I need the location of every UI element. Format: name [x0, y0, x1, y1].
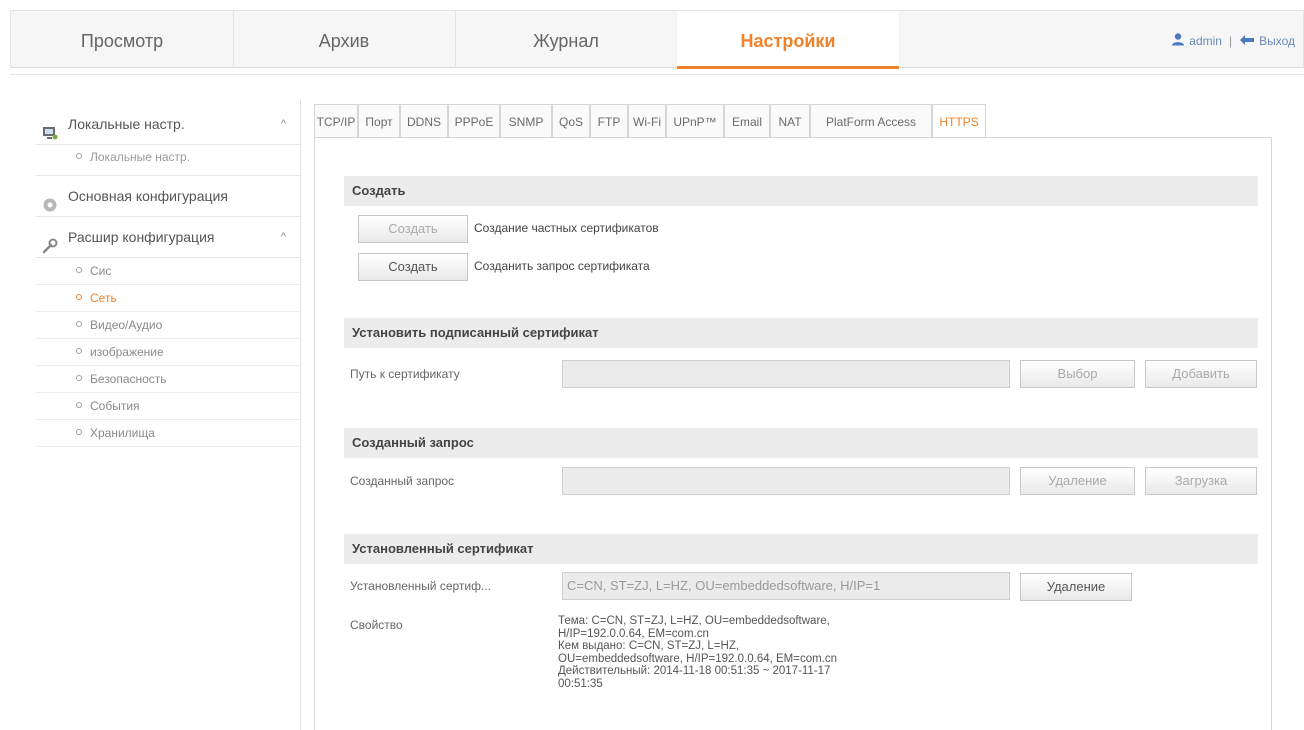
tab-ddns[interactable]: DDNS	[400, 104, 448, 138]
tab-port[interactable]: Порт	[358, 104, 400, 138]
logout-link[interactable]: Выход	[1259, 34, 1295, 48]
user-box: admin | Выход	[1171, 11, 1295, 68]
installed-cert-label: Установленный сертиф...	[350, 579, 492, 593]
tab-https[interactable]: HTTPS	[932, 104, 986, 139]
bullet-icon	[76, 294, 82, 300]
cert-property-line: 00:51:35	[558, 677, 603, 690]
tab-nat[interactable]: NAT	[770, 104, 810, 138]
gear-icon	[42, 188, 58, 212]
create-cert-request-button[interactable]: Создать	[358, 253, 468, 281]
section-created-request-title: Созданный запрос	[344, 428, 1258, 458]
tab-platform-access[interactable]: PlatForm Access	[810, 104, 932, 138]
sidebar-group-local[interactable]: Локальные настр. ^	[36, 104, 300, 145]
tab-pppoe[interactable]: PPPoE	[448, 104, 500, 138]
top-nav: Просмотр Архив Журнал Настройки admin | В…	[10, 10, 1304, 69]
sidebar-item-local-config[interactable]: Локальные настр.	[36, 145, 300, 169]
tab-wifi[interactable]: Wi-Fi	[628, 104, 666, 138]
sidebar-item-label: Безопасность	[90, 372, 167, 386]
divider	[10, 74, 1304, 75]
sidebar-item-label: Хранилища	[90, 426, 155, 440]
sidebar-item-label: Сеть	[90, 291, 117, 305]
bullet-icon	[76, 267, 82, 273]
cert-property-line: H/IP=192.0.0.64, EM=com.cn	[558, 627, 709, 640]
tab-ftp[interactable]: FTP	[590, 104, 628, 138]
cert-property-line: Действительный: 2014-11-18 00:51:35 ~ 20…	[558, 665, 831, 677]
browse-button[interactable]: Выбор	[1020, 360, 1135, 388]
section-create-title: Создать	[344, 176, 1258, 206]
nav-tab-playback[interactable]: Архив	[233, 11, 456, 68]
property-label: Свойство	[350, 618, 403, 632]
bullet-icon	[76, 429, 82, 435]
sidebar-item-label: Видео/Аудио	[90, 318, 163, 332]
chevron-up-icon[interactable]: ^	[281, 217, 286, 257]
sidebar-item-security[interactable]: Безопасность	[36, 366, 300, 393]
sidebar: Локальные настр. ^ Локальные настр. Осно…	[36, 104, 300, 447]
sidebar-item-events[interactable]: События	[36, 393, 300, 420]
sidebar-item-system[interactable]: Сис	[36, 258, 300, 285]
chevron-up-icon[interactable]: ^	[281, 104, 286, 144]
username: admin	[1189, 34, 1222, 48]
install-button[interactable]: Добавить	[1145, 360, 1257, 388]
bullet-icon	[76, 348, 82, 354]
separator: |	[1228, 34, 1233, 48]
nav-tab-configuration[interactable]: Настройки	[677, 11, 899, 69]
tab-tcpip[interactable]: TCP/IP	[314, 104, 358, 138]
cert-property-line: Кем выдано: C=CN, ST=ZJ, L=HZ,	[558, 640, 740, 652]
cert-property-line: Тема: C=CN, ST=ZJ, L=HZ, OU=embeddedsoft…	[558, 615, 830, 627]
user-icon	[1171, 12, 1185, 72]
divider	[300, 100, 301, 730]
bullet-icon	[76, 153, 82, 159]
wrench-icon	[42, 229, 58, 254]
delete-cert-button[interactable]: Удаление	[1020, 573, 1132, 601]
sidebar-group-label: Основная конфигурация	[68, 188, 228, 204]
create-private-cert-desc: Создание частных сертификатов	[474, 221, 659, 235]
sidebar-item-label: изображение	[90, 345, 164, 359]
created-request-label: Созданный запрос	[350, 474, 455, 488]
sidebar-item-network[interactable]: Сеть	[36, 285, 300, 312]
sidebar-group-label: Расшир конфигурация	[68, 229, 215, 245]
sidebar-group-label: Локальные настр.	[68, 116, 185, 132]
nav-tab-live-view[interactable]: Просмотр	[11, 11, 234, 68]
bullet-icon	[76, 402, 82, 408]
divider	[36, 169, 300, 176]
create-cert-request-desc: Созданить запрос сертификата	[474, 259, 650, 273]
download-request-button[interactable]: Загрузка	[1145, 467, 1257, 495]
sidebar-item-label: Сис	[90, 264, 112, 278]
cert-properties: Тема: C=CN, ST=ZJ, L=HZ, OU=embeddedsoft…	[558, 615, 837, 690]
bullet-icon	[76, 375, 82, 381]
bullet-icon	[76, 321, 82, 327]
cert-path-field[interactable]	[562, 360, 1010, 388]
sidebar-item-label: События	[90, 399, 140, 413]
created-request-field[interactable]	[562, 467, 1010, 495]
sidebar-group-basic[interactable]: Основная конфигурация	[36, 176, 300, 217]
tab-email[interactable]: Email	[724, 104, 770, 138]
section-install-signed-title: Установить подписанный сертификат	[344, 318, 1258, 348]
nav-tab-log[interactable]: Журнал	[455, 11, 677, 68]
create-private-cert-button[interactable]: Создать	[358, 215, 468, 243]
monitor-icon	[42, 116, 58, 140]
sidebar-item-video-audio[interactable]: Видео/Аудио	[36, 312, 300, 339]
sidebar-item-image[interactable]: изображение	[36, 339, 300, 366]
sidebar-item-storage[interactable]: Хранилища	[36, 420, 300, 447]
tab-upnp[interactable]: UPnP™	[666, 104, 724, 138]
cert-path-label: Путь к сертификату	[350, 367, 460, 381]
cert-property-line: OU=embeddedsoftware, H/IP=192.0.0.64, EM…	[558, 652, 838, 665]
tab-qos[interactable]: QoS	[552, 104, 590, 138]
sidebar-group-advanced[interactable]: Расшир конфигурация ^	[36, 217, 300, 258]
delete-request-button[interactable]: Удаление	[1020, 467, 1135, 495]
tab-snmp[interactable]: SNMP	[500, 104, 552, 138]
section-installed-cert-title: Установленный сертификат	[344, 534, 1258, 564]
installed-cert-field: C=CN, ST=ZJ, L=HZ, OU=embeddedsoftware, …	[562, 572, 1010, 600]
sidebar-item-label: Локальные настр.	[90, 150, 191, 164]
logout-icon[interactable]	[1239, 12, 1255, 72]
